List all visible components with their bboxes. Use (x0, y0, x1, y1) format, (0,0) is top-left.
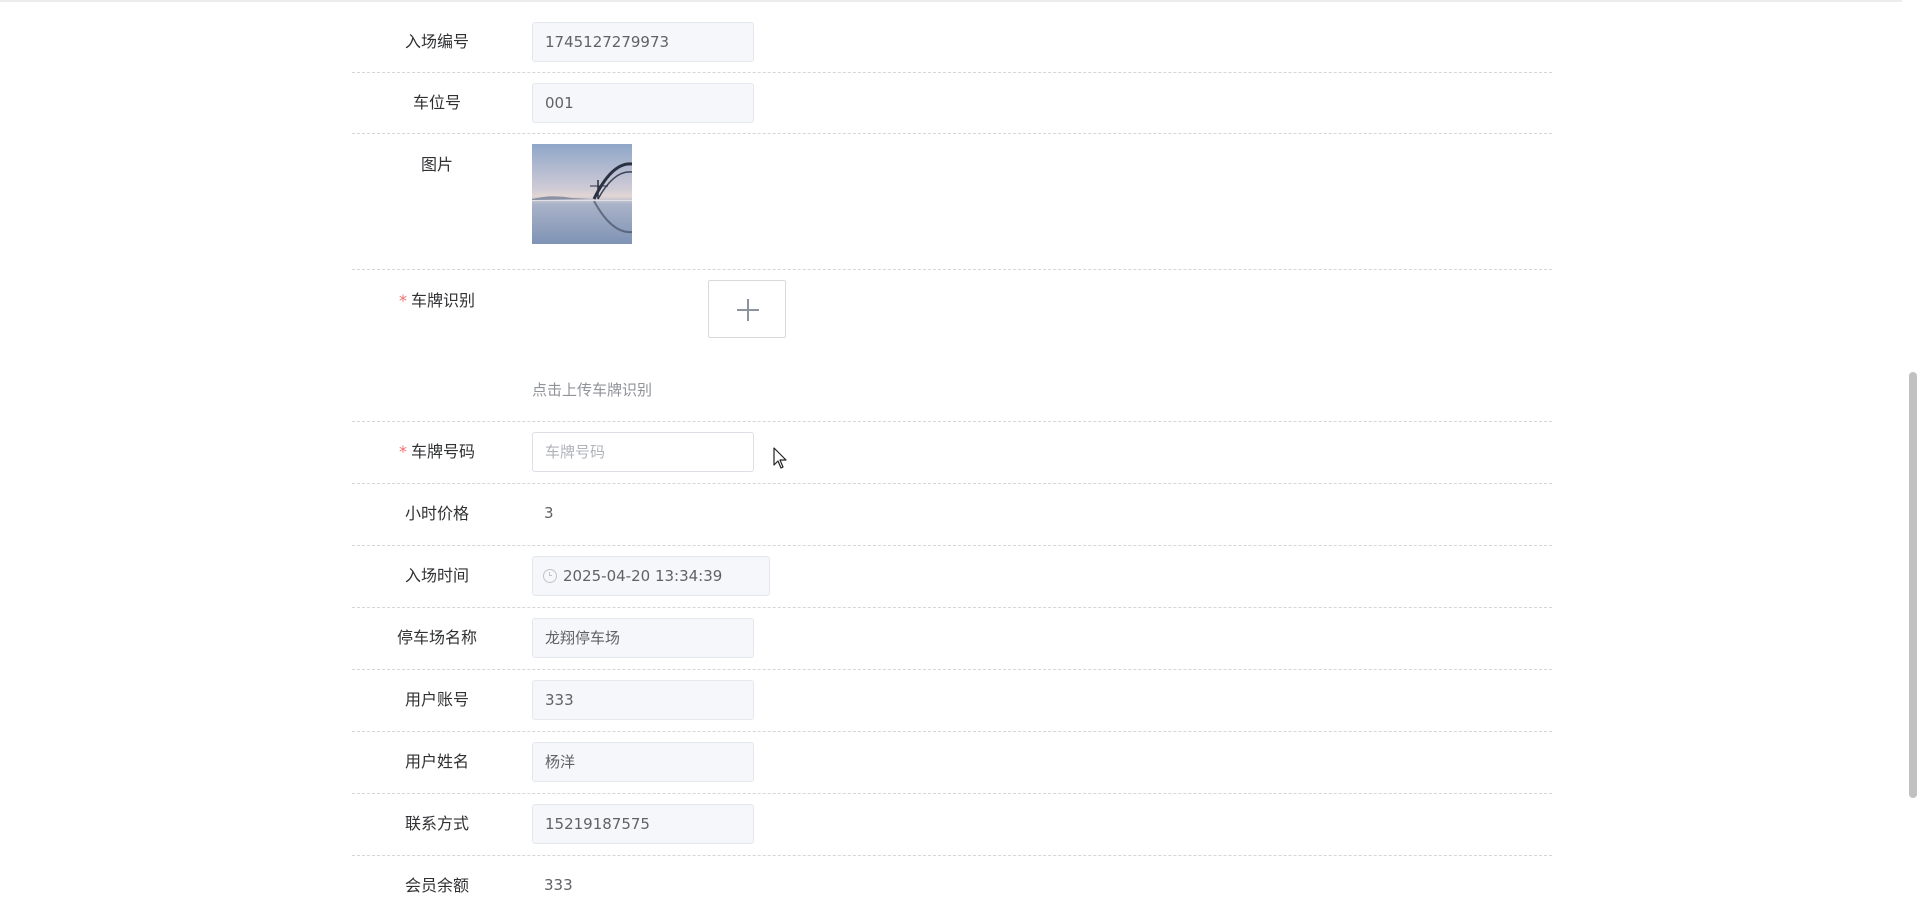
hourly-price-label: 小时价格 (404, 504, 469, 523)
plate-number-field[interactable] (532, 432, 754, 472)
parking-entry-form: 入场编号 1745127279973 车位号 001 图片 * 车牌识别 * 车牌号… (352, 0, 1552, 916)
required-mark: * (398, 291, 407, 310)
plate-recognition-label: * 车牌识别 (352, 291, 522, 311)
contact-field: 15219187575 (532, 804, 754, 844)
plus-icon (737, 299, 759, 321)
row-entry-no: 入场编号 1745127279973 (352, 0, 1552, 73)
row-user-name: 用户姓名 杨洋 (352, 732, 1552, 794)
plate-upload-button[interactable] (708, 280, 786, 338)
member-balance-label: 会员余额 (404, 876, 469, 895)
row-entry-time: 入场时间 2025-04-20 13:34:39 (352, 546, 1552, 608)
row-plate-number: * 车牌号码 (352, 422, 1552, 484)
member-balance-value: 333 (544, 876, 573, 894)
row-lot-name: 停车场名称 龙翔停车场 (352, 608, 1552, 670)
row-member-balance: 会员余额 333 (352, 856, 1552, 916)
parking-photo-thumbnail[interactable] (532, 144, 632, 244)
row-hourly-price: 小时价格 3 (352, 484, 1552, 546)
entry-time-field: 2025-04-20 13:34:39 (532, 556, 770, 596)
plate-number-label-text: 车牌号码 (410, 442, 475, 461)
lot-name-label: 停车场名称 (396, 628, 477, 647)
user-name-label: 用户姓名 (404, 752, 469, 771)
plate-recognition-label-text: 车牌识别 (410, 291, 475, 310)
cursor-arrow-icon (773, 447, 787, 469)
plate-number-label: * 车牌号码 (352, 442, 522, 462)
row-user-account: 用户账号 333 (352, 670, 1552, 732)
space-no-field: 001 (532, 83, 754, 123)
user-name-field: 杨洋 (532, 742, 754, 782)
plate-upload-hint: 点击上传车牌识别 (532, 381, 653, 399)
space-no-label: 车位号 (412, 93, 461, 112)
user-account-field: 333 (532, 680, 754, 720)
required-mark: * (398, 442, 407, 461)
lot-name-field: 龙翔停车场 (532, 618, 754, 658)
image-label: 图片 (420, 155, 453, 174)
user-account-label: 用户账号 (404, 690, 469, 709)
scrollbar-thumb[interactable] (1909, 372, 1917, 798)
row-contact: 联系方式 15219187575 (352, 794, 1552, 856)
row-space-no: 车位号 001 (352, 73, 1552, 134)
entry-time-label: 入场时间 (404, 566, 469, 585)
vertical-scrollbar[interactable] (1904, 0, 1920, 916)
clock-icon (543, 568, 557, 583)
plate-number-input[interactable] (545, 434, 741, 470)
entry-no-field: 1745127279973 (532, 22, 754, 62)
contact-label: 联系方式 (404, 814, 469, 833)
bridge-landscape-image (532, 144, 632, 244)
entry-time-value: 2025-04-20 13:34:39 (563, 567, 723, 585)
page: 入场编号 1745127279973 车位号 001 图片 * 车牌识别 * 车牌号… (0, 0, 1920, 916)
entry-no-label: 入场编号 (404, 32, 469, 51)
hourly-price-value: 3 (544, 504, 554, 522)
